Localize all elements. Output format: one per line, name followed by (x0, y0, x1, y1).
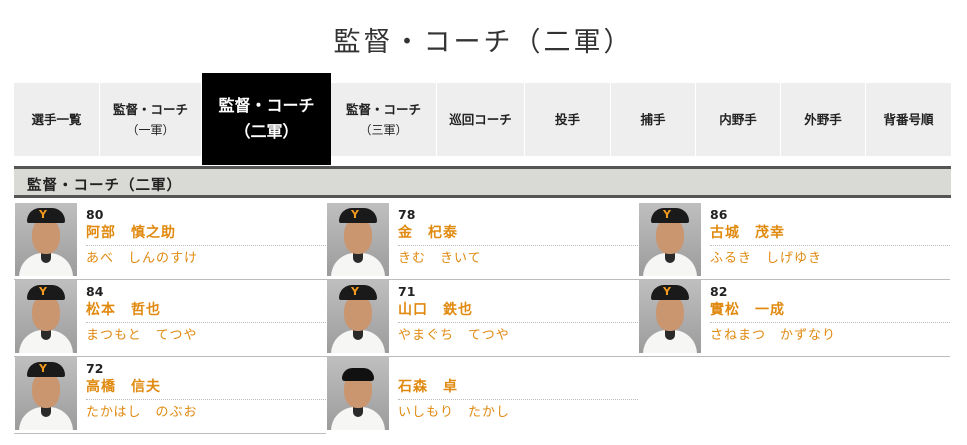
tab-label: 選手一覧 (31, 111, 82, 127)
staff-number: 71 (398, 284, 416, 299)
staff-card[interactable]: 80 阿部 慎之助 あべ しんのすけ (14, 203, 326, 280)
tab-by-number[interactable]: 背番号順 (866, 83, 951, 156)
staff-card[interactable]: 石森 卓 いしもり たかし (326, 357, 638, 430)
tab-label: 捕手 (640, 111, 666, 127)
staff-photo (327, 280, 389, 353)
staff-name[interactable]: 石森 卓 (398, 377, 638, 400)
staff-photo (15, 280, 77, 353)
staff-number: 80 (86, 207, 104, 222)
staff-name[interactable]: 實松 一成 (710, 300, 950, 323)
staff-kana: ふるき しげゆき (710, 251, 823, 266)
tab-coach-first[interactable]: 監督・コーチ （一軍） (100, 83, 202, 156)
tab-sublabel: （三軍） (359, 122, 408, 137)
tab-label: 外野手 (804, 111, 842, 127)
tab-catchers[interactable]: 捕手 (611, 83, 696, 156)
tab-outfielders[interactable]: 外野手 (781, 83, 866, 156)
staff-number: 82 (710, 284, 728, 299)
tab-sublabel: （二軍） (234, 122, 299, 141)
staff-kana: やまぐち てつや (398, 328, 510, 343)
staff-name[interactable]: 高橋 信夫 (86, 377, 326, 400)
staff-photo (639, 203, 701, 276)
staff-photo (327, 203, 389, 276)
section-title: 監督・コーチ（二軍） (27, 178, 182, 194)
tab-label: 監督・コーチ (345, 101, 421, 117)
tab-player-list[interactable]: 選手一覧 (14, 83, 100, 156)
staff-kana: あべ しんのすけ (86, 251, 199, 266)
staff-photo (327, 357, 389, 430)
staff-name[interactable]: 阿部 慎之助 (86, 223, 326, 246)
staff-card[interactable]: 72 高橋 信夫 たかはし のぶお (14, 357, 326, 434)
staff-photo (15, 203, 77, 276)
staff-number: 72 (86, 361, 104, 376)
tab-pitchers[interactable]: 投手 (525, 83, 611, 156)
tab-navigation: 選手一覧 監督・コーチ （一軍） 監督・コーチ （二軍） 監督・コーチ （三軍）… (14, 73, 951, 165)
staff-name[interactable]: 松本 哲也 (86, 300, 326, 323)
staff-name[interactable]: 山口 鉄也 (398, 300, 638, 323)
tab-coach-second[interactable]: 監督・コーチ （二軍） (202, 73, 331, 165)
staff-kana: たかはし のぶお (86, 405, 198, 420)
staff-card[interactable]: 82 實松 一成 さねまつ かずなり (638, 280, 950, 357)
staff-kana: まつもと てつや (86, 328, 198, 343)
staff-card[interactable]: 86 古城 茂幸 ふるき しげゆき (638, 203, 950, 280)
tab-roving-coach[interactable]: 巡回コーチ (437, 83, 525, 156)
tab-coach-third[interactable]: 監督・コーチ （三軍） (331, 83, 437, 156)
staff-photo (15, 357, 77, 430)
divider (638, 356, 950, 357)
tab-label: 監督・コーチ (112, 101, 188, 117)
tab-label: 内野手 (719, 111, 757, 127)
staff-number (398, 360, 638, 377)
tab-label: 投手 (554, 111, 580, 127)
tab-label: 背番号順 (883, 111, 934, 127)
tab-label: 巡回コーチ (449, 111, 512, 127)
staff-card[interactable]: 71 山口 鉄也 やまぐち てつや (326, 280, 638, 357)
tab-sublabel: （一軍） (126, 122, 175, 137)
staff-name[interactable]: 古城 茂幸 (710, 223, 950, 246)
staff-kana: いしもり たかし (398, 405, 511, 420)
staff-card[interactable]: 78 金 杞泰 きむ きいて (326, 203, 638, 280)
staff-photo (639, 280, 701, 353)
divider (14, 433, 326, 434)
tab-label: 監督・コーチ (218, 96, 315, 115)
section-header: 監督・コーチ（二軍） (14, 166, 951, 198)
staff-number: 86 (710, 207, 728, 222)
staff-kana: きむ きいて (398, 251, 482, 266)
staff-number: 78 (398, 207, 416, 222)
staff-card[interactable]: 84 松本 哲也 まつもと てつや (14, 280, 326, 357)
tab-infielders[interactable]: 内野手 (696, 83, 781, 156)
staff-name[interactable]: 金 杞泰 (398, 223, 638, 246)
staff-kana: さねまつ かずなり (710, 328, 837, 343)
staff-number: 84 (86, 284, 104, 299)
page-title: 監督・コーチ（二軍） (333, 27, 634, 58)
